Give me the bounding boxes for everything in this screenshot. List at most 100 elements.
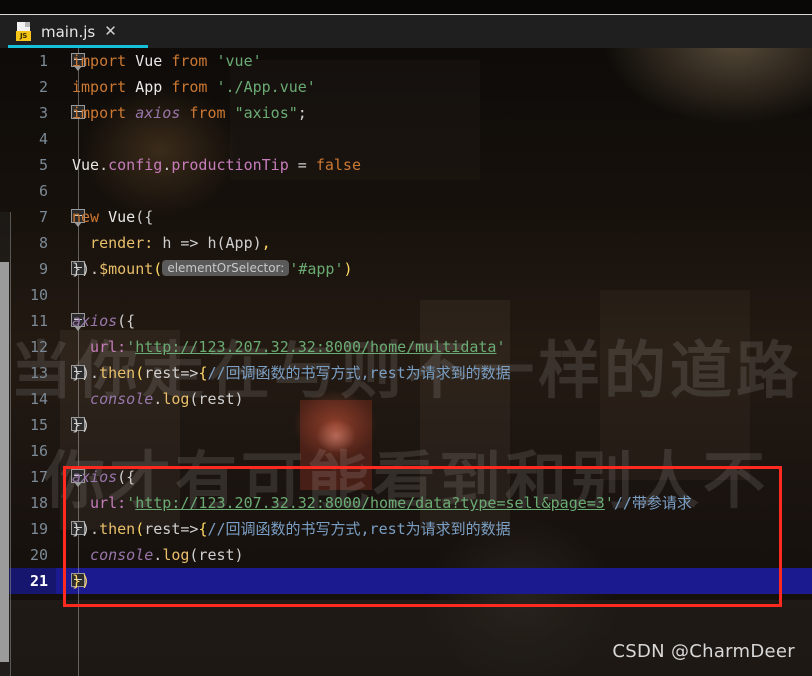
brace-close: }) <box>72 416 91 434</box>
inlay-hint-parameter[interactable]: elementOrSelector: <box>162 260 290 276</box>
code-line-8[interactable]: render: h => h(App), <box>72 230 271 256</box>
quote: ' <box>126 338 136 356</box>
string-literal-app: '#app' <box>289 260 344 278</box>
method-then: then <box>99 364 136 382</box>
code-line-9[interactable]: }).$mount(elementOrSelector: '#app') <box>72 256 353 282</box>
code-line-2[interactable]: import App from './App.vue' <box>72 74 316 100</box>
dot: . <box>153 546 163 564</box>
comma: , <box>261 234 271 252</box>
quote: ' <box>496 338 506 356</box>
window-top-strip <box>0 0 812 14</box>
identifier-axios: axios <box>135 104 181 122</box>
url-literal-with-params[interactable]: http://123.207.32.32:8000/home/data?type… <box>135 494 605 512</box>
paren-open: ( <box>153 260 163 278</box>
code-line-3[interactable]: import axios from "axios"; <box>72 100 307 126</box>
keyword-from: from <box>180 104 235 122</box>
keyword-import: import <box>72 52 136 70</box>
line-number: 3 <box>38 104 48 122</box>
identifier-axios: axios <box>72 468 118 486</box>
keyword-from: from <box>162 52 217 70</box>
code-editor[interactable]: 1 2 3 4 5 6 7 8 9 10 11 12 13 14 15 16 1… <box>0 48 812 676</box>
method-mount: $mount <box>99 260 154 278</box>
code-line-15[interactable]: }) <box>72 412 90 438</box>
code-line-13[interactable]: }).then(rest=>{//回调函数的书写方式,rest为请求到的数据 <box>72 360 511 386</box>
code-line-21[interactable]: }) <box>72 568 90 594</box>
method-then: then <box>99 520 136 538</box>
scrollbar-thumb[interactable] <box>0 262 9 662</box>
brace-open: ({ <box>117 468 136 486</box>
scrollbar-edge <box>10 212 11 676</box>
dot: . <box>99 156 109 174</box>
paren-close: ) <box>343 260 353 278</box>
call-args: (rest) <box>189 390 244 408</box>
method-log: log <box>162 546 190 564</box>
brace-open: ({ <box>117 312 136 330</box>
brace-close: }). <box>72 520 100 538</box>
close-icon[interactable]: ✕ <box>104 24 117 39</box>
string-literal: './App.vue' <box>216 78 316 96</box>
arrow-param: rest=> <box>144 520 199 538</box>
call-args: (rest) <box>189 546 244 564</box>
code-line-5[interactable]: Vue.config.productionTip = false <box>72 152 361 178</box>
url-literal[interactable]: http://123.207.32.32:8000/home/multidata <box>135 338 496 356</box>
code-line-11[interactable]: axios({ <box>72 308 135 334</box>
keyword-import: import <box>72 104 136 122</box>
quote: ' <box>604 494 614 512</box>
keyword-from: from <box>162 78 217 96</box>
identifier-vue: Vue <box>108 208 136 226</box>
editor-window: 当你走在与则不一样的道路 你才有可能看到和别人不 JS main.js ✕ 1 … <box>0 0 812 676</box>
line-number: 2 <box>38 78 48 96</box>
property-render: render: <box>72 234 163 252</box>
line-number: 5 <box>38 156 48 174</box>
identifier: App <box>135 78 163 96</box>
brace-open: ({ <box>135 208 154 226</box>
code-line-14[interactable]: console.log(rest) <box>72 386 244 412</box>
js-badge-label: JS <box>16 31 31 41</box>
tab-main-js[interactable]: JS main.js ✕ <box>8 15 127 48</box>
editor-tab-bar: JS main.js ✕ <box>0 15 812 48</box>
arrow-param: rest=> <box>144 364 199 382</box>
arrow-function: h => h(App) <box>162 234 262 252</box>
comment: //回调函数的书写方式,rest为请求到的数据 <box>207 520 511 538</box>
line-number: 6 <box>38 182 48 200</box>
method-log: log <box>162 390 190 408</box>
string-literal: 'vue' <box>216 52 262 70</box>
dot: . <box>162 156 172 174</box>
property-productiontip: productionTip <box>171 156 289 174</box>
paren-open: ( <box>135 364 145 382</box>
csdn-watermark: CSDN @CharmDeer <box>612 641 795 662</box>
code-line-19[interactable]: }).then(rest=>{//回调函数的书写方式,rest为请求到的数据 <box>72 516 511 542</box>
property-config: config <box>108 156 163 174</box>
identifier-console: console <box>72 546 154 564</box>
paren-open: ( <box>135 520 145 538</box>
boolean-false: false <box>315 156 361 174</box>
identifier: Vue <box>135 52 163 70</box>
brace-close: }) <box>72 572 91 590</box>
line-number: 4 <box>38 130 48 148</box>
code-line-20[interactable]: console.log(rest) <box>72 542 244 568</box>
comment: //带参请求 <box>613 494 692 512</box>
identifier-axios: axios <box>72 312 118 330</box>
code-line-1[interactable]: import Vue from 'vue' <box>72 48 262 74</box>
string-literal: "axios" <box>234 104 298 122</box>
keyword-import: import <box>72 78 136 96</box>
operator-assign: = <box>288 156 316 174</box>
code-line-17[interactable]: axios({ <box>72 464 135 490</box>
brace-close: }). <box>72 364 100 382</box>
code-line-12[interactable]: url:'http://123.207.32.32:8000/home/mult… <box>72 334 505 360</box>
current-line-selection <box>0 568 812 594</box>
javascript-file-icon: JS <box>16 22 33 41</box>
keyword-new: new <box>72 208 109 226</box>
property-url: url: <box>72 494 127 512</box>
brace-close: }). <box>72 260 100 278</box>
dot: . <box>153 390 163 408</box>
code-line-18[interactable]: url:'http://123.207.32.32:8000/home/data… <box>72 490 692 516</box>
code-line-7[interactable]: new Vue({ <box>72 204 153 230</box>
line-number: 1 <box>38 52 48 70</box>
quote: ' <box>126 494 136 512</box>
property-url: url: <box>72 338 127 356</box>
comment: //回调函数的书写方式,rest为请求到的数据 <box>207 364 511 382</box>
identifier-console: console <box>72 390 154 408</box>
semicolon: ; <box>297 104 307 122</box>
identifier-vue: Vue <box>72 156 100 174</box>
